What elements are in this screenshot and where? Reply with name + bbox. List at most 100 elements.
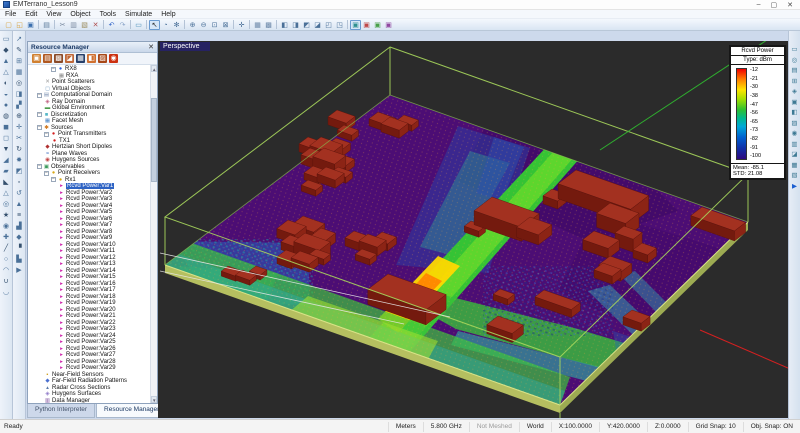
zoom-in-icon[interactable]: ⊕ bbox=[187, 20, 198, 30]
geometry-icon[interactable]: ◧ bbox=[87, 54, 96, 63]
scroll-down-icon[interactable]: ▼ bbox=[151, 396, 157, 403]
scrollbar-thumb[interactable] bbox=[151, 98, 157, 182]
view-tool-icon[interactable]: ▣ bbox=[791, 98, 797, 109]
close-button[interactable]: ✕ bbox=[787, 1, 793, 9]
scroll-up-icon[interactable]: ▲ bbox=[151, 65, 157, 72]
collapse-icon[interactable]: − bbox=[37, 164, 42, 169]
copy-icon[interactable]: ▥ bbox=[68, 20, 79, 30]
redo-icon[interactable]: ↷ bbox=[117, 20, 128, 30]
tool-icon[interactable]: ▼ bbox=[3, 144, 10, 155]
tool-icon[interactable]: ✛ bbox=[16, 122, 22, 133]
tool-icon[interactable]: ⊞ bbox=[16, 56, 22, 67]
collapse-icon[interactable]: − bbox=[37, 93, 42, 98]
tool-icon[interactable]: ▦ bbox=[16, 67, 23, 78]
tool-icon[interactable]: ◠ bbox=[3, 265, 9, 276]
tree-scrollbar[interactable]: ▲ ▼ bbox=[150, 65, 157, 403]
resource-manager-header[interactable]: Resource Manager ✕ bbox=[28, 42, 157, 53]
tree-item[interactable]: ▥Data Manager bbox=[28, 398, 150, 404]
delete-icon[interactable]: ✕ bbox=[90, 20, 101, 30]
tool-icon[interactable]: ◣ bbox=[3, 177, 8, 188]
database-icon[interactable]: ▦ bbox=[76, 54, 85, 63]
import-icon[interactable]: ▣ bbox=[32, 54, 41, 63]
tool-icon[interactable]: ◻ bbox=[3, 133, 9, 144]
view-tool-icon[interactable]: ◈ bbox=[792, 87, 797, 98]
minimize-button[interactable]: – bbox=[757, 1, 761, 9]
view-tool-icon[interactable]: ▤ bbox=[791, 66, 797, 77]
view-front-icon[interactable]: ◩ bbox=[301, 20, 312, 30]
menu-item-file[interactable]: File bbox=[5, 11, 16, 18]
zoom-window-icon[interactable]: ⊡ bbox=[209, 20, 220, 30]
export-icon[interactable]: ▤ bbox=[43, 54, 52, 63]
scripts-icon[interactable]: ▨ bbox=[98, 54, 107, 63]
tool-icon[interactable]: ◎ bbox=[16, 78, 22, 89]
tool-icon[interactable]: ▰ bbox=[3, 166, 8, 177]
collapse-icon[interactable]: − bbox=[44, 132, 49, 137]
paste-icon[interactable]: ▧ bbox=[79, 20, 90, 30]
tool-icon[interactable]: ▲ bbox=[3, 56, 10, 67]
collapse-icon[interactable]: − bbox=[37, 125, 42, 130]
viewport-3d-scene[interactable] bbox=[158, 41, 788, 418]
tool-icon[interactable]: ▶ bbox=[16, 265, 21, 276]
view-tool-icon[interactable]: ▭ bbox=[791, 45, 797, 56]
tool-icon[interactable]: ✚ bbox=[3, 232, 9, 243]
tool-icon[interactable]: ▭ bbox=[3, 34, 10, 45]
render-wire-icon[interactable]: ▣ bbox=[361, 20, 372, 30]
pan-icon[interactable]: ✛ bbox=[236, 20, 247, 30]
menu-item-tools[interactable]: Tools bbox=[100, 11, 116, 18]
tool-icon[interactable]: ▫ bbox=[18, 177, 20, 188]
stop-icon[interactable]: ◉ bbox=[109, 54, 118, 63]
tool-icon[interactable]: ▲ bbox=[16, 199, 23, 210]
view-right-icon[interactable]: ◳ bbox=[334, 20, 345, 30]
tool-icon[interactable]: ◆ bbox=[3, 45, 8, 56]
cut-icon[interactable]: ✂ bbox=[57, 20, 68, 30]
tool-icon[interactable]: ◎ bbox=[3, 199, 9, 210]
view-side-icon[interactable]: ◪ bbox=[312, 20, 323, 30]
tool-icon[interactable]: ◒ bbox=[4, 89, 8, 100]
screen-icon[interactable]: ▭ bbox=[133, 20, 144, 30]
tool-icon[interactable]: ◉ bbox=[3, 221, 9, 232]
view-tool-icon[interactable]: ▥ bbox=[791, 140, 797, 151]
tool-icon[interactable]: ◼ bbox=[3, 122, 9, 133]
view-tool-icon[interactable]: ◎ bbox=[792, 56, 798, 67]
render-points-icon[interactable]: ▣ bbox=[383, 20, 394, 30]
tool-icon[interactable]: ↺ bbox=[16, 188, 22, 199]
view-left-icon[interactable]: ◰ bbox=[323, 20, 334, 30]
materials-icon[interactable]: ▩ bbox=[54, 54, 63, 63]
open-folder-icon[interactable]: ◱ bbox=[14, 20, 25, 30]
tool-icon[interactable]: ✎ bbox=[16, 45, 22, 56]
view-tool-icon[interactable]: ⊞ bbox=[792, 77, 797, 88]
tool-icon[interactable]: ◨ bbox=[16, 89, 23, 100]
menu-item-object[interactable]: Object bbox=[70, 11, 90, 18]
mesh-icon[interactable]: ▩ bbox=[263, 20, 274, 30]
tool-icon[interactable]: ▟ bbox=[16, 221, 21, 232]
tool-icon[interactable]: ◆ bbox=[16, 232, 21, 243]
tool-icon[interactable]: ↗ bbox=[16, 34, 22, 45]
tab-python-interpreter[interactable]: Python Interpreter bbox=[27, 404, 95, 418]
collapse-icon[interactable]: − bbox=[51, 67, 56, 72]
view-top-icon[interactable]: ◨ bbox=[290, 20, 301, 30]
tool-icon[interactable]: ◍ bbox=[3, 111, 9, 122]
tool-icon[interactable]: ▝ bbox=[16, 243, 21, 254]
collapse-icon[interactable]: − bbox=[37, 112, 42, 117]
tool-icon[interactable]: △ bbox=[3, 188, 8, 199]
grid-icon[interactable]: ▦ bbox=[252, 20, 263, 30]
maximize-button[interactable]: ▢ bbox=[771, 1, 778, 9]
render-solid-icon[interactable]: ▣ bbox=[350, 20, 361, 30]
spin-icon[interactable]: ✻ bbox=[171, 20, 182, 30]
view-iso-icon[interactable]: ◧ bbox=[279, 20, 290, 30]
tool-icon[interactable]: ↻ bbox=[16, 144, 22, 155]
menu-item-edit[interactable]: Edit bbox=[25, 11, 37, 18]
view-tool-icon[interactable]: ◧ bbox=[791, 108, 797, 119]
view-tool-icon[interactable]: ▦ bbox=[791, 161, 797, 172]
terrain-icon[interactable]: ◪ bbox=[65, 54, 74, 63]
zoom-out-icon[interactable]: ⊖ bbox=[198, 20, 209, 30]
zoom-extents-icon[interactable]: ⊠ bbox=[220, 20, 231, 30]
orbit-icon[interactable]: ◔ bbox=[160, 20, 171, 30]
panel-close-icon[interactable]: ✕ bbox=[148, 43, 154, 51]
collapse-icon[interactable]: − bbox=[51, 177, 56, 182]
tool-icon[interactable]: ▙ bbox=[16, 254, 21, 265]
tool-icon[interactable]: ✸ bbox=[16, 155, 22, 166]
run-simulation-icon[interactable]: ▶ bbox=[792, 182, 797, 193]
tool-icon[interactable]: ▞ bbox=[16, 100, 21, 111]
tool-icon[interactable]: ○ bbox=[4, 254, 8, 265]
